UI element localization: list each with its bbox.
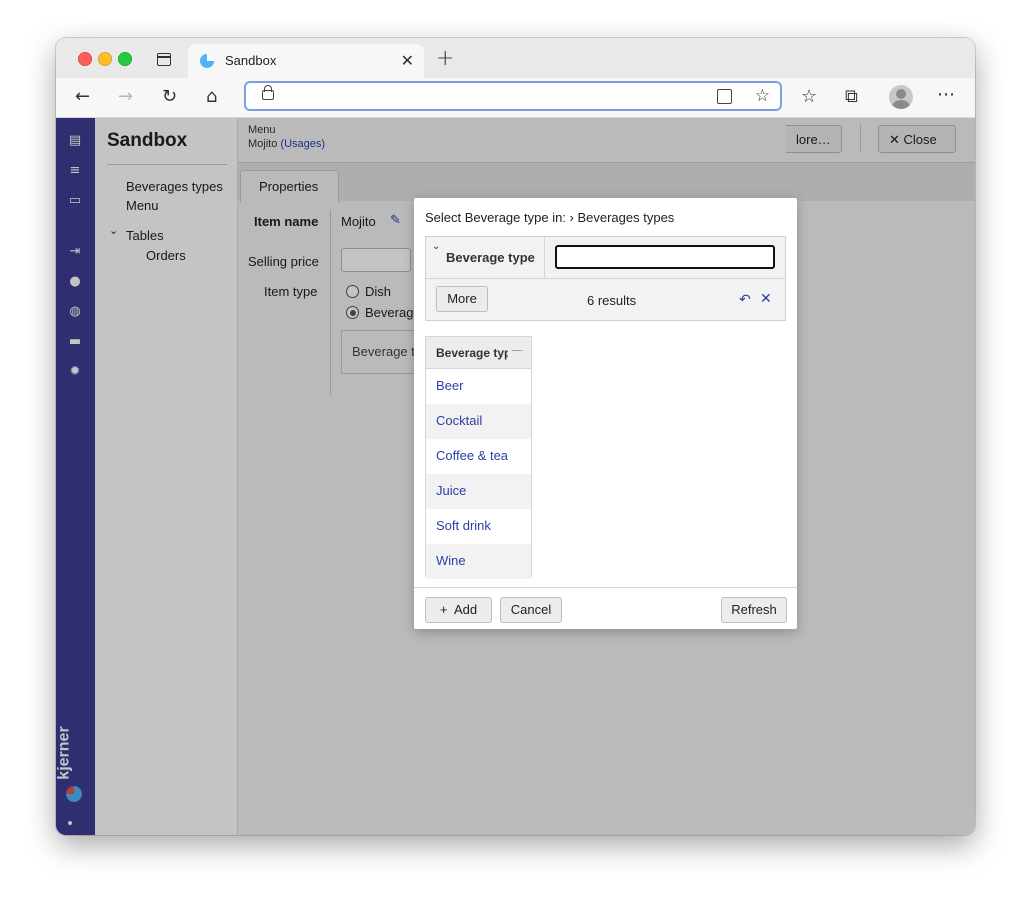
clear-filter-icon[interactable]: ✕ — [760, 291, 772, 307]
address-bar[interactable]: ☆ — [244, 81, 782, 111]
results-grid: Beverage type — Beer Cocktail Coffee & t… — [425, 336, 532, 579]
filter-label: Beverage type — [446, 250, 535, 265]
close-window-button[interactable] — [78, 52, 92, 66]
favorites-icon[interactable]: ☆ — [801, 86, 817, 107]
tab-close-icon[interactable]: ✕ — [401, 51, 414, 70]
grid-row-link[interactable]: Coffee & tea — [436, 448, 508, 463]
lock-icon — [262, 85, 274, 100]
more-button[interactable]: More — [436, 286, 488, 312]
footer-divider — [414, 587, 797, 588]
grid-column-header[interactable]: Beverage type — [436, 346, 508, 360]
grid-row-link[interactable]: Wine — [436, 553, 466, 568]
grid-row[interactable]: Cocktail — [426, 404, 531, 439]
grid-row[interactable]: Beer — [426, 369, 531, 404]
grid-row-link[interactable]: Juice — [436, 483, 466, 498]
forward-icon[interactable]: → — [118, 86, 133, 107]
grid-row[interactable]: Coffee & tea — [426, 439, 531, 474]
add-favorite-icon[interactable]: ☆ — [755, 86, 770, 106]
tab-title: Sandbox — [225, 53, 277, 68]
browser-toolbar: ← → ↻ ⌂ ☆ ☆ ⧉ ⋯ — [56, 78, 975, 118]
app-available-icon[interactable] — [717, 89, 732, 104]
filter-label-cell: ⌄ Beverage type — [426, 237, 545, 278]
filter-panel: ⌄ Beverage type More 6 results ↶ ✕ — [425, 236, 786, 321]
browser-window: Sandbox ✕ + ← → ↻ ⌂ ☆ ☆ ⧉ ⋯ ▤ ≡ ▭ ⇥ ● ◍ … — [56, 38, 975, 835]
undo-icon[interactable]: ↶ — [739, 292, 751, 308]
dialog-title: Select Beverage type in: › Beverages typ… — [425, 210, 675, 225]
grid-row-link[interactable]: Soft drink — [436, 518, 491, 533]
more-options-icon[interactable]: ⋯ — [937, 84, 955, 105]
grid-row-link[interactable]: Beer — [436, 378, 463, 393]
profile-avatar-icon[interactable] — [889, 85, 913, 109]
grid-row[interactable]: Juice — [426, 474, 531, 509]
cancel-button[interactable]: Cancel — [500, 597, 562, 623]
browser-tab[interactable]: Sandbox ✕ — [188, 44, 424, 78]
home-icon[interactable]: ⌂ — [206, 86, 217, 107]
app: ▤ ≡ ▭ ⇥ ● ◍ ▬ ✹ kjerner Sandbox Beverage… — [56, 118, 975, 835]
grid-row[interactable]: Soft drink — [426, 509, 531, 544]
select-beverage-type-dialog: Select Beverage type in: › Beverages typ… — [414, 198, 797, 629]
back-icon[interactable]: ← — [75, 86, 90, 107]
add-button[interactable]: + Add — [425, 597, 492, 623]
grid-row[interactable]: Wine — [426, 544, 531, 579]
add-label: Add — [453, 602, 478, 617]
reload-icon[interactable]: ↻ — [162, 86, 177, 107]
results-count: 6 results — [587, 293, 637, 308]
zoom-window-button[interactable] — [118, 52, 132, 66]
column-resize-icon[interactable]: — — [511, 343, 523, 357]
filter-header: ⌄ Beverage type — [426, 237, 785, 279]
tab-actions-icon[interactable] — [157, 53, 171, 66]
minimize-window-button[interactable] — [98, 52, 112, 66]
refresh-button[interactable]: Refresh — [721, 597, 787, 623]
plus-icon: + — [439, 602, 448, 617]
grid-header[interactable]: Beverage type — — [426, 337, 531, 369]
chevron-down-icon[interactable]: ⌄ — [432, 241, 440, 252]
collections-icon[interactable]: ⧉ — [845, 86, 858, 107]
new-tab-button[interactable]: + — [436, 46, 454, 71]
favicon-icon — [200, 54, 214, 68]
beverage-type-filter-input[interactable] — [555, 245, 775, 269]
grid-row-link[interactable]: Cocktail — [436, 413, 482, 428]
tab-bar: Sandbox ✕ + — [56, 38, 975, 78]
